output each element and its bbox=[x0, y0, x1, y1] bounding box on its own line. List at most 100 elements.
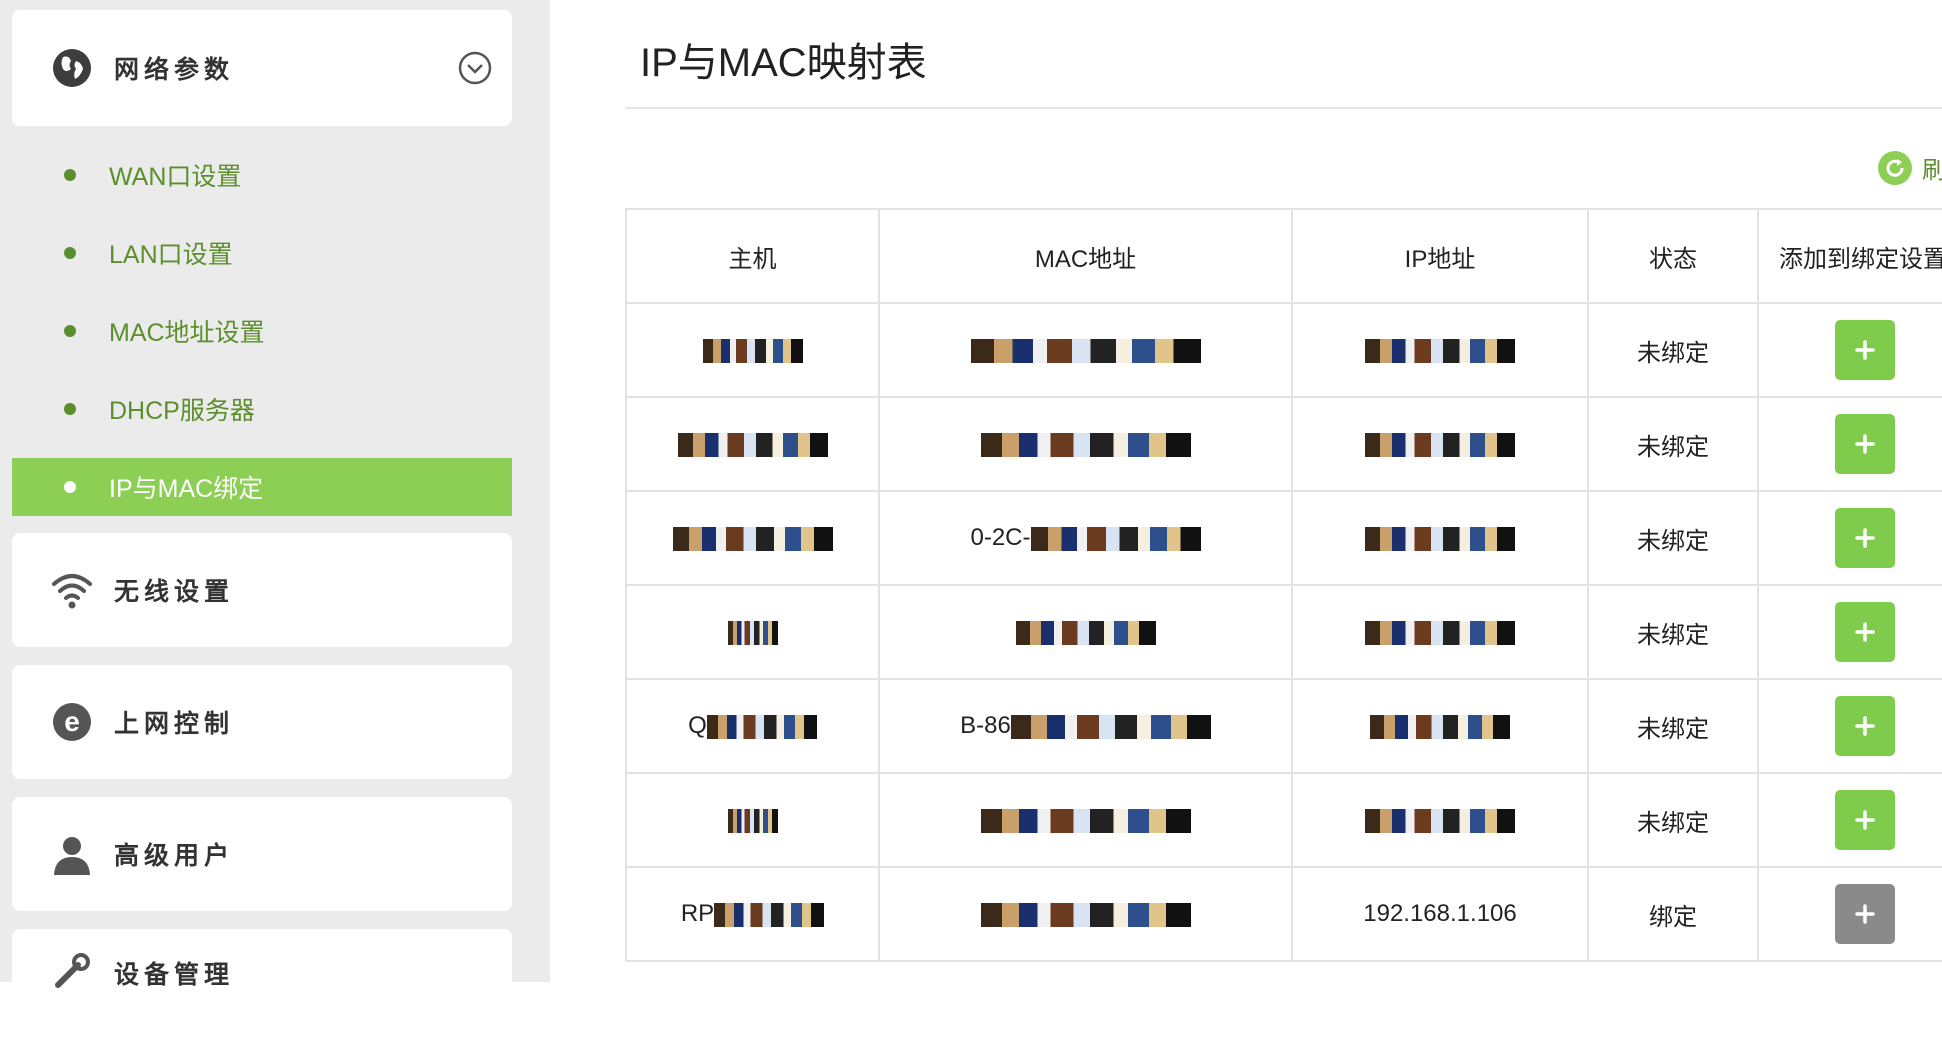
menu-advanced-user[interactable]: 高级用户 bbox=[12, 797, 512, 911]
cell-action bbox=[1757, 678, 1942, 774]
cell-mac bbox=[878, 396, 1293, 492]
plus-icon bbox=[1855, 434, 1875, 454]
redacted-value bbox=[706, 714, 817, 739]
header-ip: IP地址 bbox=[1291, 208, 1589, 304]
add-binding-button[interactable] bbox=[1835, 884, 1895, 944]
sidebar-item-dhcp[interactable]: DHCP服务器 bbox=[12, 380, 512, 438]
plus-icon bbox=[1855, 340, 1875, 360]
host-text: Q bbox=[688, 712, 707, 739]
add-binding-button[interactable] bbox=[1835, 602, 1895, 662]
add-binding-button[interactable] bbox=[1835, 508, 1895, 568]
cell-mac: B-86 bbox=[878, 678, 1293, 774]
redacted-value bbox=[1010, 714, 1211, 739]
menu-label: 高级用户 bbox=[114, 842, 235, 870]
cell-action bbox=[1757, 396, 1942, 492]
table-row: 未绑定 bbox=[625, 772, 1942, 868]
chevron-down-icon[interactable] bbox=[458, 51, 492, 85]
plus-icon bbox=[1855, 904, 1875, 924]
menu-access-control[interactable]: e 上网控制 bbox=[12, 665, 512, 779]
cell-host bbox=[625, 584, 880, 680]
menu-label: 设备管理 bbox=[114, 961, 235, 989]
redacted-value bbox=[1030, 526, 1201, 551]
divider bbox=[625, 107, 1942, 109]
redacted-value bbox=[1365, 620, 1515, 645]
cell-host: Q bbox=[625, 678, 880, 774]
mac-text: 0-2C- bbox=[970, 524, 1031, 551]
cell-status: 未绑定 bbox=[1587, 396, 1759, 492]
redacted-value bbox=[970, 338, 1201, 363]
header-host: 主机 bbox=[625, 208, 880, 304]
add-binding-button[interactable] bbox=[1835, 414, 1895, 474]
add-binding-button[interactable] bbox=[1835, 696, 1895, 756]
page-title: IP与MAC映射表 bbox=[640, 41, 927, 85]
cell-mac bbox=[878, 866, 1293, 962]
cell-action bbox=[1757, 584, 1942, 680]
cell-host bbox=[625, 302, 880, 398]
sidebar-item-lan[interactable]: LAN口设置 bbox=[12, 224, 512, 282]
menu-device-management[interactable]: 设备管理 bbox=[12, 929, 512, 1043]
menu-wireless[interactable]: 无线设置 bbox=[12, 533, 512, 647]
redacted-value bbox=[672, 526, 833, 551]
sidebar-item-wan[interactable]: WAN口设置 bbox=[12, 146, 512, 204]
cell-ip bbox=[1291, 396, 1589, 492]
cell-action bbox=[1757, 490, 1942, 586]
redacted-value bbox=[1370, 714, 1510, 739]
svg-text:e: e bbox=[64, 706, 80, 737]
header-mac: MAC地址 bbox=[878, 208, 1293, 304]
redacted-value bbox=[1365, 432, 1515, 457]
bullet-icon bbox=[64, 325, 76, 337]
cell-action bbox=[1757, 772, 1942, 868]
ip-text: 192.168.1.106 bbox=[1363, 900, 1517, 927]
e-icon: e bbox=[50, 700, 94, 744]
cell-ip: 192.168.1.106 bbox=[1291, 866, 1589, 962]
plus-icon bbox=[1855, 622, 1875, 642]
add-binding-button[interactable] bbox=[1835, 320, 1895, 380]
user-icon bbox=[50, 832, 94, 876]
add-binding-button[interactable] bbox=[1835, 790, 1895, 850]
cell-action bbox=[1757, 866, 1942, 962]
menu-label: 网络参数 bbox=[114, 56, 235, 84]
bullet-icon bbox=[64, 403, 76, 415]
table-row: 0-2C- 未绑定 bbox=[625, 490, 1942, 586]
cell-mac bbox=[878, 302, 1293, 398]
redacted-value bbox=[727, 620, 778, 645]
globe-icon bbox=[50, 46, 94, 90]
bullet-icon bbox=[64, 169, 76, 181]
table-row: 未绑定 bbox=[625, 584, 1942, 680]
cell-ip bbox=[1291, 584, 1589, 680]
redacted-value bbox=[727, 808, 778, 833]
cell-ip bbox=[1291, 678, 1589, 774]
sidebar-item-ip-mac-binding[interactable]: IP与MAC绑定 bbox=[12, 458, 512, 516]
main-content: IP与MAC映射表 刷新 主机 MAC地址 IP地址 状态 添加到绑定设置 未绑… bbox=[550, 0, 1942, 982]
cell-status: 未绑定 bbox=[1587, 678, 1759, 774]
redacted-value bbox=[980, 902, 1191, 927]
cell-mac: 0-2C- bbox=[878, 490, 1293, 586]
sidebar-item-label: MAC地址设置 bbox=[109, 319, 265, 347]
bullet-icon bbox=[64, 247, 76, 259]
cell-status: 未绑定 bbox=[1587, 302, 1759, 398]
cell-mac bbox=[878, 584, 1293, 680]
sidebar-item-mac[interactable]: MAC地址设置 bbox=[12, 302, 512, 360]
sidebar-item-label: LAN口设置 bbox=[109, 241, 233, 269]
redacted-value bbox=[1365, 808, 1515, 833]
cell-ip bbox=[1291, 772, 1589, 868]
cell-host bbox=[625, 772, 880, 868]
header-add-binding: 添加到绑定设置 bbox=[1757, 208, 1942, 304]
cell-action bbox=[1757, 302, 1942, 398]
menu-label: 无线设置 bbox=[114, 578, 235, 606]
table-row: RP 192.168.1.106 绑定 bbox=[625, 866, 1942, 962]
menu-network-params[interactable]: 网络参数 bbox=[12, 10, 512, 126]
ip-mac-table: 主机 MAC地址 IP地址 状态 添加到绑定设置 未绑定 未绑定 0-2C- 未绑定未… bbox=[625, 208, 1942, 962]
cell-mac bbox=[878, 772, 1293, 868]
table-row: Q B-86 未绑定 bbox=[625, 678, 1942, 774]
cell-host: RP bbox=[625, 866, 880, 962]
redacted-value bbox=[1015, 620, 1156, 645]
plus-icon bbox=[1855, 528, 1875, 548]
redacted-value bbox=[1365, 526, 1515, 551]
table-header-row: 主机 MAC地址 IP地址 状态 添加到绑定设置 bbox=[625, 208, 1942, 304]
cell-status: 未绑定 bbox=[1587, 584, 1759, 680]
cell-ip bbox=[1291, 490, 1589, 586]
cell-status: 未绑定 bbox=[1587, 490, 1759, 586]
redacted-value bbox=[702, 338, 803, 363]
refresh-button[interactable]: 刷新 bbox=[1878, 150, 1942, 185]
